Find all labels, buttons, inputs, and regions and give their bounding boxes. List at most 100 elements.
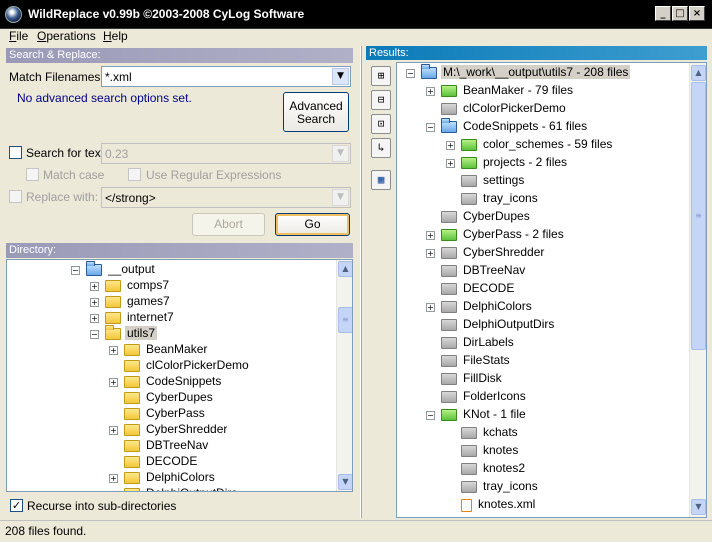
chevron-down-icon[interactable]: ▼ xyxy=(332,68,349,85)
expand-icon[interactable]: + xyxy=(446,158,455,168)
tree-node[interactable]: − utils7 xyxy=(90,325,158,341)
regex-checkbox[interactable] xyxy=(128,168,141,181)
tree-node[interactable]: FolderIcons xyxy=(426,388,528,404)
collapse-icon[interactable]: − xyxy=(71,265,80,275)
tree-node[interactable]: + CyberPass - 2 files xyxy=(426,226,566,242)
replace-checkbox[interactable] xyxy=(9,190,22,203)
folder-icon xyxy=(124,344,140,356)
scroll-down-icon[interactable]: ▼ xyxy=(691,499,706,515)
expand-icon[interactable]: + xyxy=(426,302,435,312)
tree-node[interactable]: + color_schemes - 59 files xyxy=(446,136,614,152)
close-button[interactable]: × xyxy=(689,6,705,21)
menu-operations[interactable]: Operations xyxy=(37,29,96,43)
tree-node[interactable]: knotes xyxy=(446,442,520,458)
expand-icon[interactable]: + xyxy=(426,248,435,258)
match-filenames-combo[interactable]: *.xml ▼ xyxy=(101,66,351,87)
go-button[interactable]: Go xyxy=(275,213,350,236)
directory-scrollbar[interactable]: ▲ ≡ ▼ xyxy=(336,260,352,491)
tree-node[interactable]: clColorPickerDemo xyxy=(109,357,251,373)
tree-node[interactable]: − M:\_work\__output\utils7 - 208 files xyxy=(406,64,631,80)
expand-all-icon[interactable]: ⊞ xyxy=(371,66,391,86)
search-text-checkbox[interactable] xyxy=(9,146,22,159)
tree-node[interactable]: tray_icons xyxy=(446,190,540,206)
scroll-thumb[interactable]: ≡ xyxy=(338,307,352,333)
tree-node[interactable]: settings xyxy=(446,172,526,188)
tree-node[interactable]: + comps7 xyxy=(90,277,171,293)
tree-node[interactable]: + projects - 2 files xyxy=(446,154,569,170)
search-text-combo[interactable]: 0.23 ▼ xyxy=(101,143,351,164)
tree-node[interactable]: + CyberShredder xyxy=(426,244,546,260)
expand-found-icon[interactable]: ⊡ xyxy=(371,114,391,134)
tree-node[interactable]: clColorPickerDemo xyxy=(426,100,568,116)
tree-node[interactable]: + CyberShredder xyxy=(109,421,229,437)
collapse-icon[interactable]: − xyxy=(406,68,415,78)
maximize-button[interactable]: □ xyxy=(672,6,688,21)
view-grid-icon[interactable]: ▦ xyxy=(371,170,391,190)
directory-tree[interactable]: − __output + comps7 + games7 + internet7 − utils7… xyxy=(6,259,353,492)
expand-icon[interactable]: + xyxy=(90,313,99,323)
tree-node[interactable]: + games7 xyxy=(90,293,172,309)
tree-node[interactable]: CyberDupes xyxy=(426,208,532,224)
tree-node[interactable]: DelphiOutputDirs xyxy=(109,485,239,491)
collapse-all-icon[interactable]: ⊟ xyxy=(371,90,391,110)
chevron-down-icon[interactable]: ▼ xyxy=(332,145,349,162)
expand-icon[interactable]: + xyxy=(426,86,435,96)
tree-node[interactable]: + BeanMaker xyxy=(109,341,209,357)
recurse-checkbox[interactable]: ✓ xyxy=(10,499,23,512)
results-scrollbar[interactable]: ▲ ≡ ▼ xyxy=(689,63,706,517)
tree-node[interactable]: + DelphiColors xyxy=(109,469,217,485)
tree-node[interactable]: DBTreeNav xyxy=(109,437,210,453)
expand-icon[interactable]: + xyxy=(426,230,435,240)
tree-node[interactable]: kchats xyxy=(446,424,520,440)
scroll-up-icon[interactable]: ▲ xyxy=(338,261,352,277)
tree-node[interactable]: + internet7 xyxy=(90,309,176,325)
minimize-button[interactable]: _ xyxy=(655,6,671,21)
tree-level-icon[interactable]: ↳ xyxy=(371,138,391,158)
tree-node[interactable]: tray_icons xyxy=(446,478,540,494)
tree-node[interactable]: knotes2 xyxy=(446,460,527,476)
scroll-down-icon[interactable]: ▼ xyxy=(338,474,352,490)
replace-combo[interactable]: </strong> ▼ xyxy=(101,187,351,208)
tree-node[interactable]: DirLabels xyxy=(426,334,516,350)
tree-node[interactable]: − CodeSnippets - 61 files xyxy=(426,118,589,134)
tree-node[interactable]: + DelphiColors xyxy=(426,298,534,314)
tree-node-label: tray_icons xyxy=(483,191,538,205)
chevron-down-icon[interactable]: ▼ xyxy=(332,189,349,206)
tree-node[interactable]: + BeanMaker - 79 files xyxy=(426,82,575,98)
tree-node[interactable]: FileStats xyxy=(426,352,512,368)
tree-node[interactable]: − KNot - 1 file xyxy=(426,406,528,422)
folder-green-icon xyxy=(441,409,457,421)
expand-icon[interactable]: + xyxy=(90,281,99,291)
expand-icon[interactable]: + xyxy=(109,345,118,355)
expand-icon[interactable]: + xyxy=(109,425,118,435)
tree-node[interactable]: DECODE xyxy=(109,453,199,469)
collapse-icon[interactable]: − xyxy=(426,122,435,132)
tree-node[interactable]: DelphiOutputDirs xyxy=(426,316,556,332)
match-case-checkbox[interactable] xyxy=(26,168,39,181)
expand-icon[interactable]: + xyxy=(90,297,99,307)
collapse-icon[interactable]: − xyxy=(90,329,99,339)
abort-button[interactable]: Abort xyxy=(192,213,265,236)
status-text: 208 files found. xyxy=(5,524,87,538)
expand-icon[interactable]: + xyxy=(109,377,118,387)
tree-node[interactable]: CyberDupes xyxy=(109,389,215,405)
collapse-icon[interactable]: − xyxy=(426,410,435,420)
tree-node[interactable]: knotes.xml xyxy=(446,496,537,512)
panel-splitter[interactable] xyxy=(360,46,362,518)
tree-node-label: CyberPass - 2 files xyxy=(463,227,564,241)
menu-file[interactable]: File xyxy=(9,29,28,43)
scroll-thumb[interactable]: ≡ xyxy=(691,82,706,350)
app-icon[interactable] xyxy=(5,6,22,23)
expand-icon[interactable]: + xyxy=(109,473,118,483)
results-tree[interactable]: − M:\_work\__output\utils7 - 208 files + Be… xyxy=(396,62,707,518)
tree-node[interactable]: + CodeSnippets xyxy=(109,373,223,389)
tree-node[interactable]: CyberPass xyxy=(109,405,207,421)
advanced-search-button[interactable]: Advanced Search xyxy=(283,92,349,132)
tree-node[interactable]: − __output xyxy=(71,261,157,277)
expand-icon[interactable]: + xyxy=(446,140,455,150)
tree-node[interactable]: DECODE xyxy=(426,280,516,296)
tree-node[interactable]: DBTreeNav xyxy=(426,262,527,278)
scroll-up-icon[interactable]: ▲ xyxy=(691,65,706,81)
menu-help[interactable]: Help xyxy=(103,29,128,43)
tree-node[interactable]: FillDisk xyxy=(426,370,504,386)
